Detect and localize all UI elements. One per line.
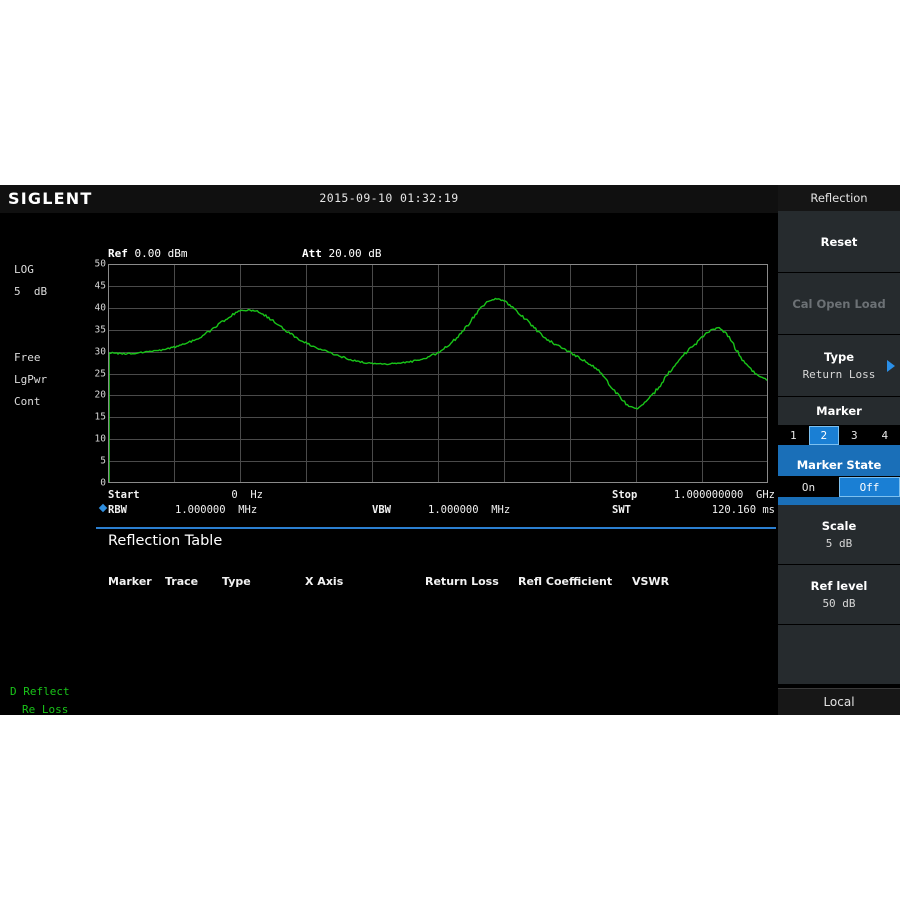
ref-key: Ref: [108, 247, 128, 260]
y-axis-tick-label: 45: [95, 280, 106, 291]
marker-state-option-off[interactable]: Off: [839, 477, 900, 497]
softkey-cal-open-load[interactable]: Cal Open Load: [778, 273, 900, 335]
param-detector: LgPwr: [14, 373, 47, 386]
start-freq-value: 0 Hz: [185, 489, 263, 501]
menu-strip-upper: [778, 445, 900, 453]
reflection-table-header: Marker Trace Type X Axis Return Loss Refl Coe…: [0, 575, 778, 593]
marker-option-3[interactable]: 3: [839, 426, 870, 445]
att-key: Att: [302, 247, 322, 260]
y-axis-tick-label: 0: [100, 478, 106, 489]
table-column-header: Refl Coefficient: [518, 575, 612, 588]
menu-strip-lower: [778, 497, 900, 505]
attenuation-readout: Att 20.00 dB: [302, 247, 381, 260]
marker-number-selector[interactable]: 1234: [778, 426, 900, 445]
local-button-label: Local: [823, 695, 854, 709]
softkey-reset[interactable]: Reset: [778, 211, 900, 273]
trace-waveform: [108, 264, 768, 483]
y-axis-tick-label: 15: [95, 412, 106, 423]
marker-option-1[interactable]: 1: [778, 426, 809, 445]
marker-option-2[interactable]: 2: [809, 426, 840, 445]
trace-legend-line1: D Reflect: [10, 683, 70, 701]
softkey-scale-label: Scale: [822, 519, 857, 533]
param-scale-type: LOG: [14, 263, 34, 276]
y-axis-tick-label: 50: [95, 259, 106, 270]
datetime-display: 2015-09-10 01:32:19: [0, 191, 778, 205]
section-divider: [96, 527, 776, 529]
softkey-ref-level-value: 50 dB: [822, 597, 855, 610]
softkey-marker-state[interactable]: Marker State: [778, 453, 900, 477]
chevron-right-icon: [887, 360, 895, 372]
softkey-scale[interactable]: Scale 5 dB: [778, 505, 900, 565]
stop-freq-key: Stop: [612, 489, 637, 501]
table-column-header: VSWR: [632, 575, 669, 588]
marker-option-4[interactable]: 4: [870, 426, 900, 445]
y-axis-tick-label: 5: [100, 456, 106, 467]
local-button[interactable]: Local: [778, 688, 900, 715]
y-axis-tick-label: 10: [95, 434, 106, 445]
ref-level-readout: Ref 0.00 dBm: [108, 247, 187, 260]
param-scale-div: 5 dB: [14, 285, 47, 298]
rbw-key: RBW: [108, 504, 127, 516]
trace-plot-area: [108, 264, 768, 483]
softkey-empty-slot[interactable]: [778, 625, 900, 685]
title-bar: SIGLENT 2015-09-10 01:32:19: [0, 185, 778, 213]
trace-line: [108, 298, 768, 408]
y-axis-tick-label: 30: [95, 346, 106, 357]
param-trigger-mode: Free: [14, 351, 41, 364]
table-column-header: Trace: [165, 575, 198, 588]
swt-key: SWT: [612, 504, 631, 516]
start-freq-key: Start: [108, 489, 140, 501]
trace-legend: D Reflect Re Loss: [10, 683, 70, 719]
softkey-scale-value: 5 dB: [826, 537, 853, 550]
y-axis-tick-label: 20: [95, 390, 106, 401]
table-column-header: Return Loss: [425, 575, 499, 588]
ref-value: 0.00 dBm: [135, 247, 188, 260]
att-value: 20.00 dB: [329, 247, 382, 260]
softkey-type-value: Return Loss: [803, 368, 876, 381]
reflection-table-title: Reflection Table: [108, 533, 222, 549]
y-axis-tick-label: 25: [95, 368, 106, 379]
softkey-ref-level[interactable]: Ref level 50 dB: [778, 565, 900, 625]
softkey-marker[interactable]: Marker: [778, 397, 900, 426]
menu-title: Reflection: [778, 185, 900, 212]
swt-value: 120.160 ms: [660, 504, 775, 516]
y-axis-tick-label: 40: [95, 302, 106, 313]
rbw-value: 1.000000 MHz: [175, 504, 257, 516]
param-sweep-mode: Cont: [14, 395, 41, 408]
y-axis-tick-label: 35: [95, 324, 106, 335]
trace-legend-line2: Re Loss: [10, 701, 70, 719]
table-column-header: Type: [222, 575, 251, 588]
marker-state-option-on[interactable]: On: [778, 477, 839, 497]
vbw-key: VBW: [372, 504, 391, 516]
softkey-marker-label: Marker: [816, 404, 862, 418]
rbw-coupling-marker-icon: [99, 504, 107, 512]
softkey-ref-level-label: Ref level: [811, 579, 868, 593]
measurement-screen: Ref 0.00 dBm Att 20.00 dB LOG 5 dB Free …: [0, 213, 778, 715]
table-column-header: X Axis: [305, 575, 343, 588]
stop-freq-value: 1.000000000 GHz: [660, 489, 775, 501]
softkey-cal-open-load-label: Cal Open Load: [792, 297, 885, 311]
vbw-value: 1.000000 MHz: [428, 504, 510, 516]
softkey-type-label: Type: [824, 350, 854, 364]
softkey-menu: Reflection Reset Cal Open Load Type Retu…: [778, 185, 900, 715]
softkey-reset-label: Reset: [821, 235, 858, 249]
softkey-type[interactable]: Type Return Loss: [778, 335, 900, 397]
softkey-marker-state-label: Marker State: [797, 458, 882, 472]
table-column-header: Marker: [108, 575, 152, 588]
y-axis-labels: 50454035302520151050: [84, 264, 106, 483]
marker-state-toggle[interactable]: OnOff: [778, 477, 900, 497]
status-readout-bar: Start 0 Hz Stop 1.000000000 GHz RBW 1.00…: [0, 489, 778, 523]
spectrum-analyzer-window: SIGLENT 2015-09-10 01:32:19 Ref 0.00 dBm…: [0, 185, 900, 715]
